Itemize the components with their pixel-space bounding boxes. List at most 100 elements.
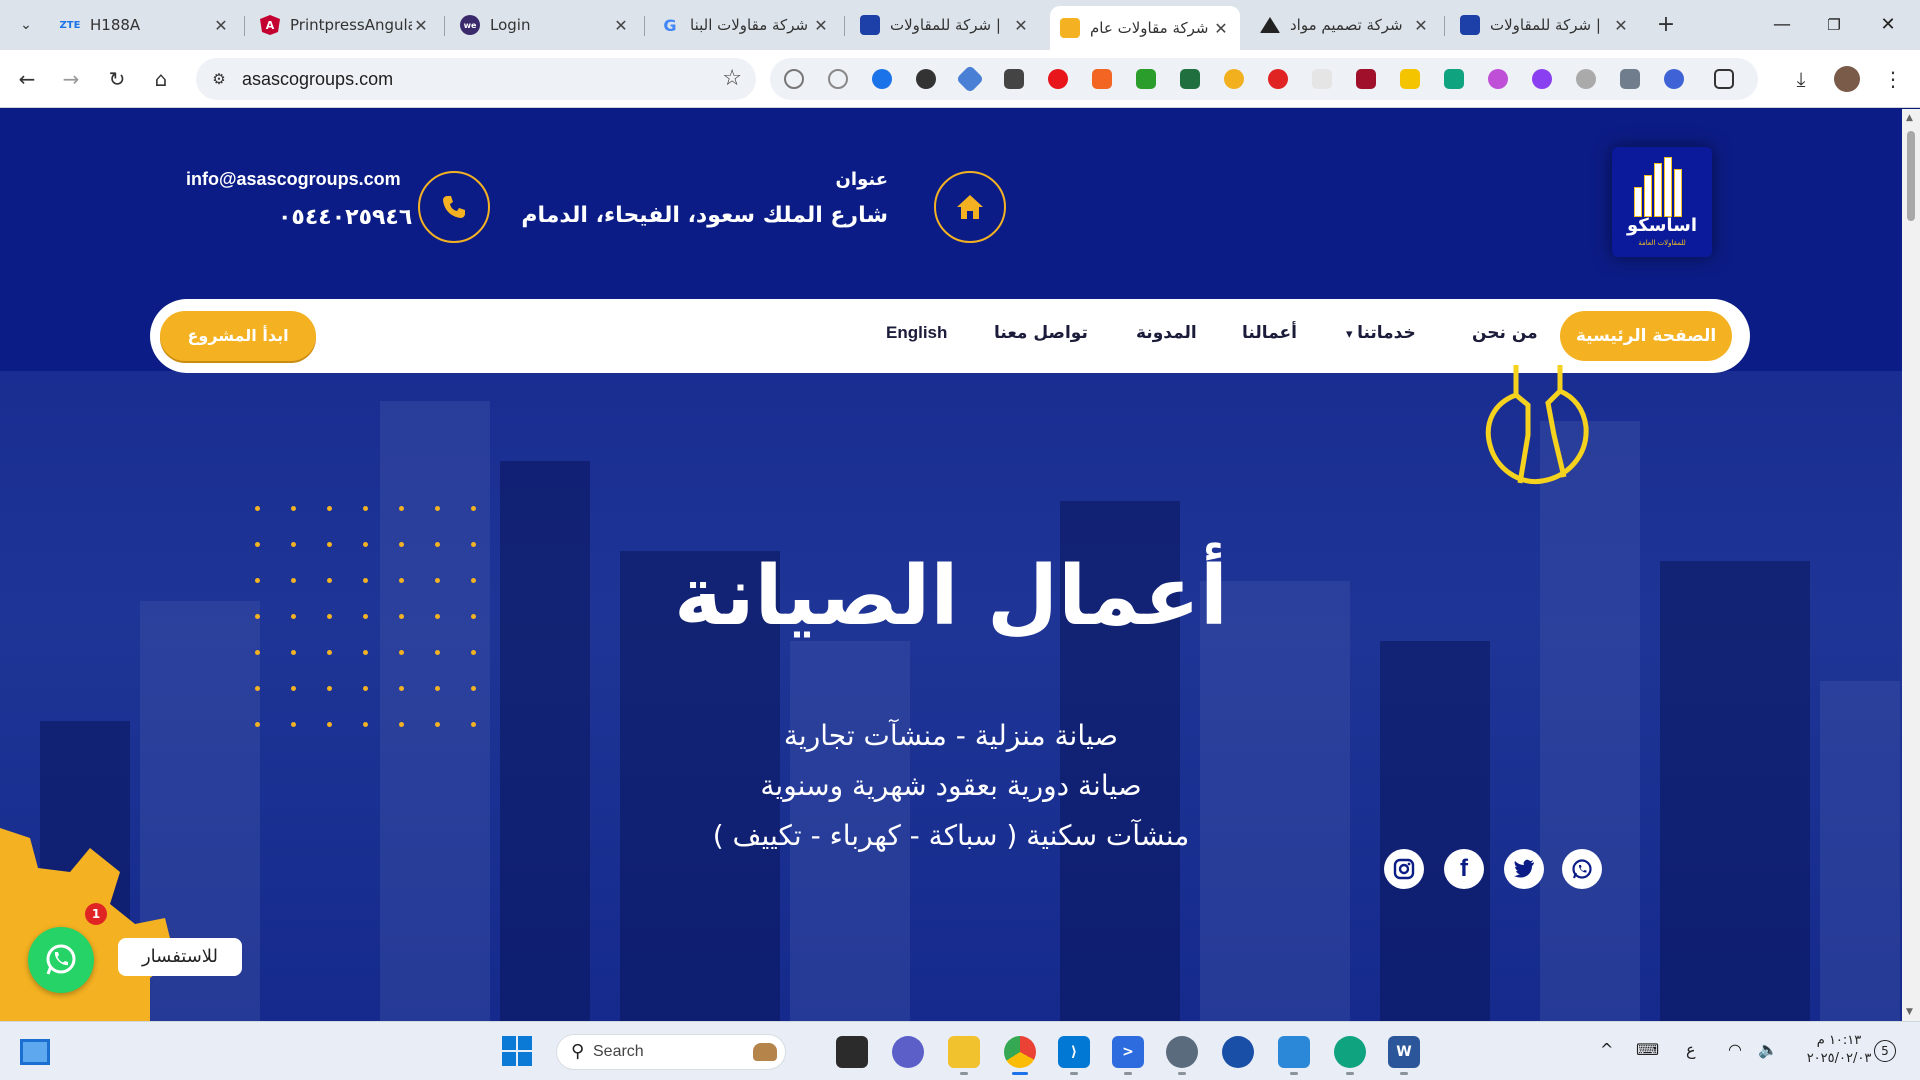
browser-tab[interactable]: ZTE H188A ✕: [50, 8, 240, 42]
extension-icon[interactable]: [1620, 69, 1640, 89]
notification-count[interactable]: 5: [1874, 1040, 1896, 1062]
extension-icon[interactable]: [1444, 69, 1464, 89]
wifi-icon[interactable]: ◠: [1728, 1040, 1742, 1059]
tab-close-icon[interactable]: ✕: [1212, 19, 1230, 38]
task-view-icon[interactable]: [836, 1036, 868, 1068]
taskbar-search[interactable]: ⚲ Search: [556, 1034, 786, 1070]
chrome-icon[interactable]: [1004, 1036, 1036, 1068]
minimize-button[interactable]: —: [1762, 10, 1802, 40]
page-scrollbar[interactable]: ▲ ▼: [1902, 109, 1920, 1021]
browser-tab[interactable]: G شركة مقاولات البنا ✕: [650, 8, 840, 42]
extension-icon[interactable]: [955, 64, 985, 94]
nav-contact-link[interactable]: تواصل معنا: [994, 323, 1088, 343]
whatsapp-label[interactable]: للاستفسار: [118, 938, 242, 976]
vscode-icon[interactable]: ⟩: [1058, 1036, 1090, 1068]
tab-close-icon[interactable]: ✕: [812, 16, 830, 35]
nav-about-link[interactable]: من نحن: [1472, 323, 1538, 343]
extension-icon[interactable]: [1664, 69, 1684, 89]
scroll-down-icon[interactable]: ▼: [1906, 1007, 1913, 1017]
chatgpt-icon[interactable]: [1334, 1036, 1366, 1068]
extension-icon[interactable]: [872, 69, 892, 89]
restore-button[interactable]: ❐: [1814, 10, 1854, 40]
nav-english-link[interactable]: English: [886, 323, 947, 343]
url-text[interactable]: asascogroups.com: [242, 69, 393, 90]
volume-icon[interactable]: 🔈: [1758, 1040, 1778, 1059]
nav-home-button[interactable]: الصفحة الرئيسية: [1560, 311, 1732, 361]
reload-button[interactable]: ↻: [102, 64, 132, 94]
decor-dot: [255, 686, 260, 691]
phone-circle-icon[interactable]: [418, 171, 490, 243]
tab-close-icon[interactable]: ✕: [412, 16, 430, 35]
forward-button[interactable]: →: [56, 64, 86, 94]
extension-icon[interactable]: [1576, 69, 1596, 89]
browser-tab[interactable]: شركة تصميم مواد ✕: [1250, 8, 1440, 42]
word-icon[interactable]: W: [1388, 1036, 1420, 1068]
taskbar-clock[interactable]: ١٠:١٣ م ٢٠٢٥/٠٢/٠٣: [1796, 1032, 1882, 1068]
decor-dot: [399, 542, 404, 547]
start-project-button[interactable]: ابدأ المشروع: [160, 311, 316, 361]
qr-extension-icon[interactable]: [1004, 69, 1024, 89]
downloads-icon[interactable]: ⤓: [1786, 64, 1816, 94]
tab-close-icon[interactable]: ✕: [612, 16, 630, 35]
extension-icon[interactable]: [1180, 69, 1200, 89]
menu-kebab-icon[interactable]: ⋮: [1878, 64, 1908, 94]
tab-close-icon[interactable]: ✕: [1612, 16, 1630, 35]
nav-blog-link[interactable]: المدونة: [1136, 323, 1197, 343]
address-bar[interactable]: ⚙ asascogroups.com ☆: [196, 58, 756, 100]
tab-search-chevron-icon[interactable]: ⌄: [12, 12, 40, 38]
extension-icon[interactable]: [1488, 69, 1508, 89]
scrollbar-thumb[interactable]: [1907, 131, 1915, 221]
settings-gear-icon[interactable]: [1166, 1036, 1198, 1068]
extension-icon[interactable]: [1092, 69, 1112, 89]
extension-icon[interactable]: [1356, 69, 1376, 89]
photos-icon[interactable]: [1278, 1036, 1310, 1068]
tray-chevron-icon[interactable]: ^: [1600, 1040, 1613, 1059]
browser-tab[interactable]: we Login ✕: [450, 8, 640, 42]
input-language[interactable]: ع: [1686, 1040, 1696, 1059]
instagram-icon[interactable]: [1384, 849, 1424, 889]
nav-services-link[interactable]: ▾ خدماتنا: [1346, 323, 1416, 343]
whatsapp-chat-button[interactable]: [28, 927, 94, 993]
facebook-icon[interactable]: f: [1444, 849, 1484, 889]
start-button[interactable]: [502, 1036, 532, 1066]
extension-icon[interactable]: [1048, 69, 1068, 89]
tab-close-icon[interactable]: ✕: [212, 16, 230, 35]
extension-icon[interactable]: [1400, 69, 1420, 89]
media-player-icon[interactable]: [1222, 1036, 1254, 1068]
close-window-button[interactable]: ✕: [1868, 10, 1908, 40]
extension-icon[interactable]: [1312, 69, 1332, 89]
extension-icon[interactable]: [1532, 69, 1552, 89]
phone-number[interactable]: ٠٥٤٤٠٢٥٩٤٦: [278, 205, 412, 230]
extension-icon[interactable]: [1224, 69, 1244, 89]
browser-tab[interactable]: شركة للمقاولات | ✕: [850, 8, 1040, 42]
browser-tab[interactable]: شركة للمقاولات | ✕: [1450, 8, 1640, 42]
extension-icon[interactable]: [916, 69, 936, 89]
scroll-up-icon[interactable]: ▲: [1906, 113, 1913, 123]
site-info-icon[interactable]: ⚙: [208, 68, 230, 90]
new-tab-button[interactable]: +: [1652, 12, 1680, 38]
widgets-icon[interactable]: [20, 1039, 50, 1065]
browser-tab[interactable]: A PrintpressAngula ✕: [250, 8, 440, 42]
bookmark-star-icon[interactable]: ☆: [722, 66, 742, 91]
tab-close-icon[interactable]: ✕: [1012, 16, 1030, 35]
home-button[interactable]: ⌂: [146, 64, 176, 94]
nav-works-link[interactable]: أعمالنا: [1242, 323, 1297, 343]
site-logo[interactable]: اساسكو للمقاولات العامة: [1612, 147, 1712, 257]
extension-icon[interactable]: [828, 69, 848, 89]
powershell-icon[interactable]: >: [1112, 1036, 1144, 1068]
file-explorer-icon[interactable]: [948, 1036, 980, 1068]
adblock-extension-icon[interactable]: [1268, 69, 1288, 89]
profile-avatar[interactable]: [1834, 66, 1860, 92]
extension-icon[interactable]: [784, 69, 804, 89]
tab-close-icon[interactable]: ✕: [1412, 16, 1430, 35]
back-button[interactable]: ←: [12, 64, 42, 94]
keyboard-icon[interactable]: ⌨: [1636, 1040, 1659, 1059]
browser-tab-active[interactable]: شركة مقاولات عام ✕: [1050, 6, 1240, 50]
extensions-puzzle-icon[interactable]: [1714, 69, 1734, 89]
whatsapp-social-icon[interactable]: [1562, 849, 1602, 889]
twitter-icon[interactable]: [1504, 849, 1544, 889]
teams-icon[interactable]: [892, 1036, 924, 1068]
email-link[interactable]: info@asascogroups.com: [186, 169, 401, 190]
download-extension-icon[interactable]: [1136, 69, 1156, 89]
decor-dot: [291, 506, 296, 511]
